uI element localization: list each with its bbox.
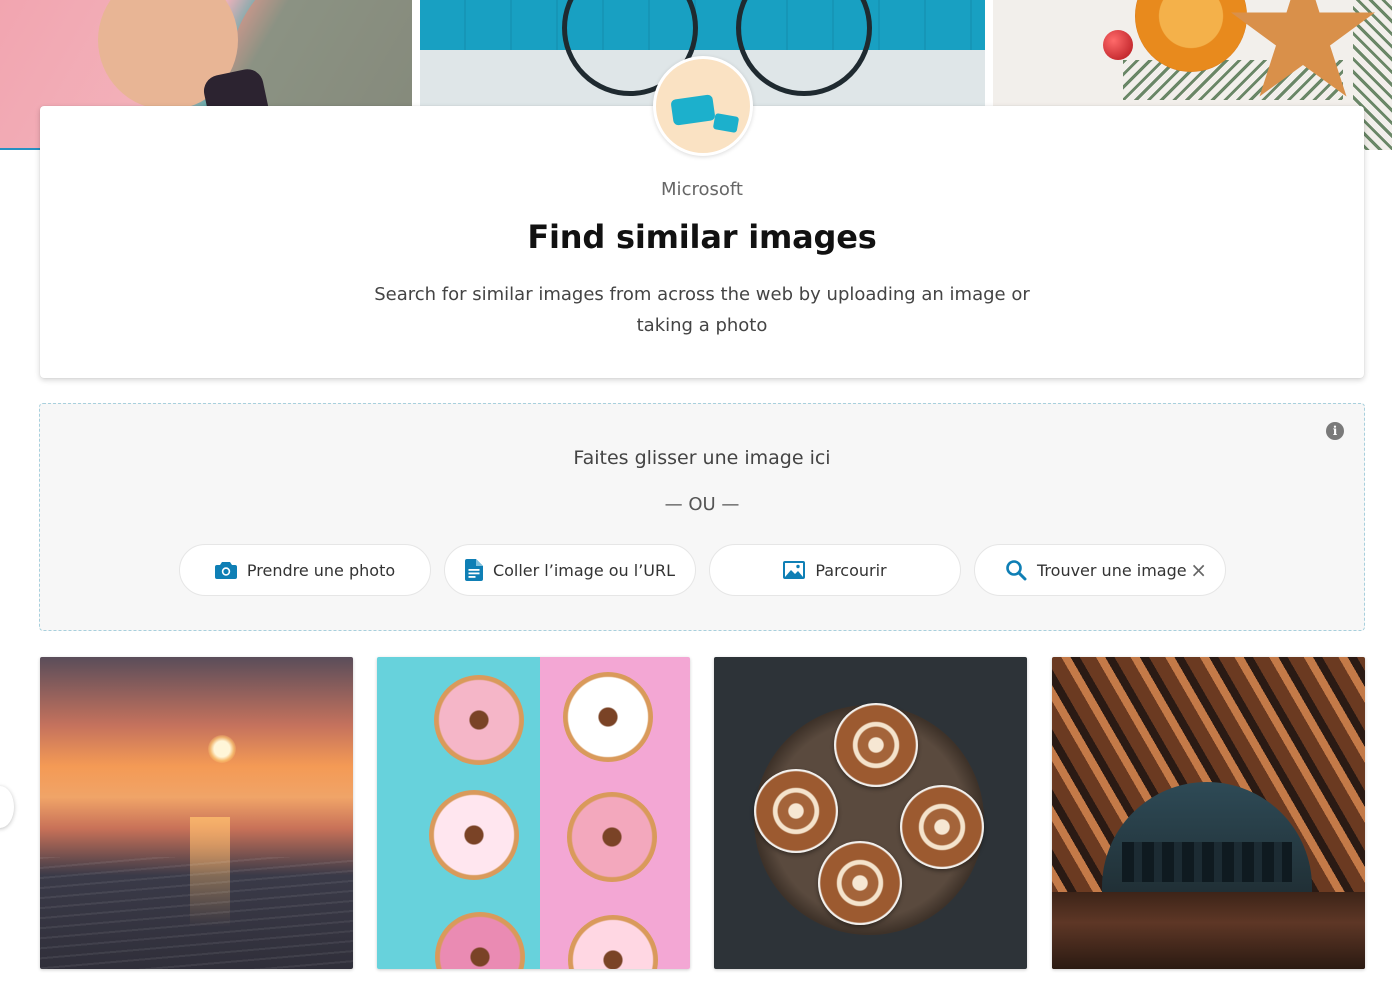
document-icon xyxy=(464,559,483,581)
browse-button[interactable]: Parcourir xyxy=(709,544,961,596)
search-icon xyxy=(1006,560,1027,581)
app-logo xyxy=(653,56,753,156)
donut xyxy=(568,915,658,969)
page: Microsoft Find similar images Search for… xyxy=(0,0,1392,986)
carousel-previous-button[interactable] xyxy=(0,786,14,828)
close-icon[interactable]: × xyxy=(1190,558,1207,582)
hero-baseline xyxy=(0,148,40,150)
donut xyxy=(429,790,519,880)
donut xyxy=(434,675,524,765)
hero-berry xyxy=(1103,30,1133,60)
sample-image-donuts[interactable] xyxy=(377,657,690,969)
or-separator: — OU — xyxy=(664,494,740,515)
publisher-name: Microsoft xyxy=(661,179,743,200)
image-drop-zone[interactable]: i Faites glisser une image ici — OU — Pr… xyxy=(39,403,1365,631)
app-logo-shape-large xyxy=(670,94,716,126)
camera-icon xyxy=(214,562,237,579)
donut xyxy=(563,672,653,762)
sample-image-pavilion[interactable] xyxy=(1052,657,1365,969)
coffee-cup xyxy=(754,769,838,853)
app-logo-shape-small xyxy=(712,113,740,133)
find-image-button[interactable]: Trouver une image × xyxy=(974,544,1226,596)
take-photo-button[interactable]: Prendre une photo xyxy=(179,544,431,596)
sunset-waves xyxy=(40,857,353,969)
paste-image-button[interactable]: Coller l’image ou l’URL xyxy=(444,544,696,596)
city-skyline xyxy=(1122,842,1292,882)
browse-label: Parcourir xyxy=(815,560,887,580)
page-title: Find similar images xyxy=(527,218,877,256)
coffee-cup xyxy=(834,703,918,787)
donut xyxy=(435,912,525,969)
sunset-sun xyxy=(208,735,236,763)
donut xyxy=(567,792,657,882)
paste-image-label: Coller l’image ou l’URL xyxy=(492,560,676,580)
image-icon xyxy=(783,561,806,579)
coffee-cup xyxy=(818,841,902,925)
app-description: Search for similar images from across th… xyxy=(374,284,1030,336)
sample-image-sunset[interactable] xyxy=(40,657,353,969)
find-image-label: Trouver une image xyxy=(1037,560,1187,580)
take-photo-label: Prendre une photo xyxy=(246,560,396,580)
drop-prompt: Faites glisser une image ici xyxy=(573,447,831,469)
app-header-card: Microsoft Find similar images Search for… xyxy=(40,56,1364,378)
info-icon[interactable]: i xyxy=(1326,422,1344,440)
coffee-cup xyxy=(900,785,984,869)
pavilion-floor xyxy=(1052,892,1365,969)
sample-image-latte-art[interactable] xyxy=(714,657,1027,969)
hero-blue-wall xyxy=(420,0,985,50)
